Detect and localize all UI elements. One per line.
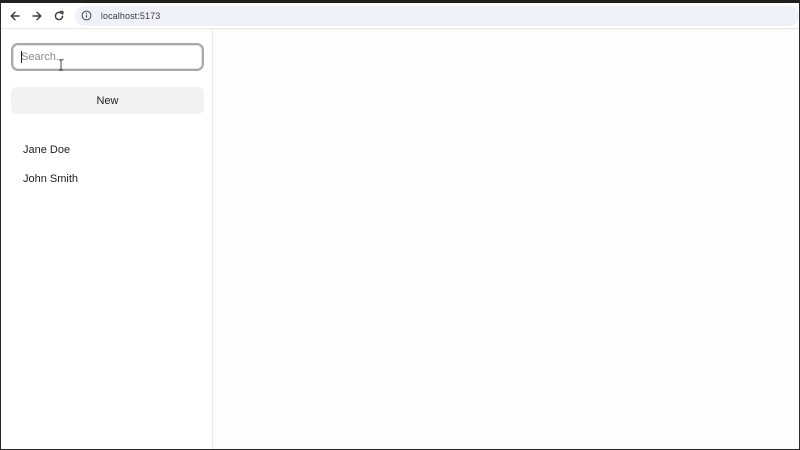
search-input[interactable] (11, 43, 204, 71)
url-text: localhost:5173 (100, 10, 161, 21)
browser-window: localhost:5173 New Jane Doe John Smith (0, 0, 800, 450)
new-button[interactable]: New (11, 87, 204, 114)
text-caret (21, 51, 22, 63)
browser-toolbar: localhost:5173 (1, 3, 799, 29)
contact-list: Jane Doe John Smith (1, 135, 212, 193)
info-icon[interactable] (81, 10, 93, 22)
contact-name: Jane Doe (23, 143, 71, 156)
reload-icon[interactable] (49, 6, 69, 26)
contact-name: John Smith (23, 172, 79, 185)
back-arrow-icon[interactable] (5, 6, 25, 26)
main-content (213, 29, 799, 449)
text-cursor-icon (57, 58, 65, 71)
forward-arrow-icon[interactable] (27, 6, 47, 26)
sidebar: New Jane Doe John Smith (1, 29, 213, 449)
contact-item-jane-doe[interactable]: Jane Doe (1, 135, 212, 164)
address-bar[interactable]: localhost:5173 (74, 5, 799, 26)
app-root: New Jane Doe John Smith (1, 29, 799, 449)
contact-item-john-smith[interactable]: John Smith (1, 164, 212, 193)
